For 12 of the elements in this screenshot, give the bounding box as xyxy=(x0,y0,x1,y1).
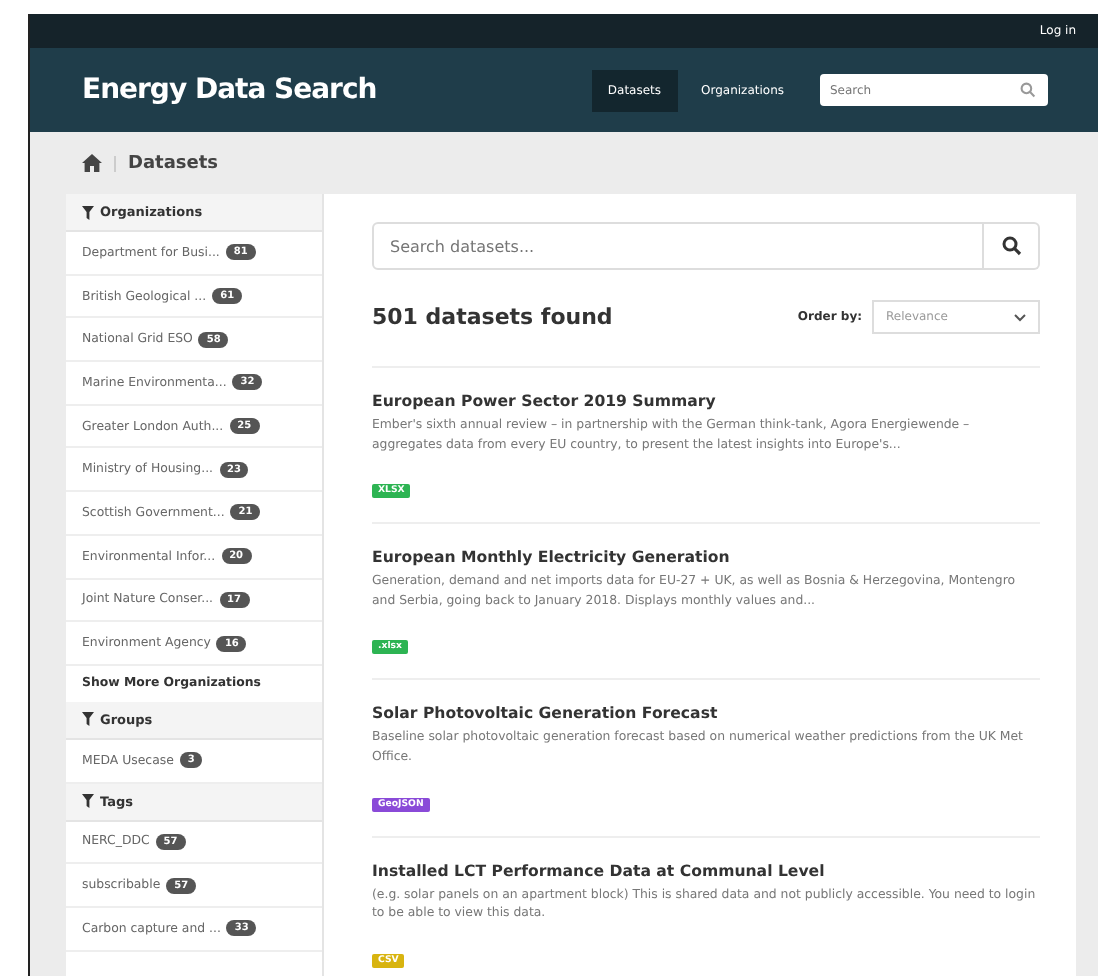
search-button[interactable] xyxy=(984,222,1040,270)
results-count: 501 datasets found xyxy=(372,304,615,330)
filter-icon xyxy=(82,794,94,809)
search-icon xyxy=(1020,82,1036,98)
search-icon xyxy=(1001,236,1021,256)
breadcrumb-current: Datasets xyxy=(128,153,219,173)
site-title: Energy Data Search xyxy=(82,74,379,106)
filter-icon xyxy=(82,712,94,727)
home-icon[interactable] xyxy=(82,154,102,172)
chevron-icon xyxy=(1014,313,1026,321)
filter-icon xyxy=(82,205,94,219)
dataset-search-field[interactable]: Search datasets... xyxy=(372,222,984,270)
